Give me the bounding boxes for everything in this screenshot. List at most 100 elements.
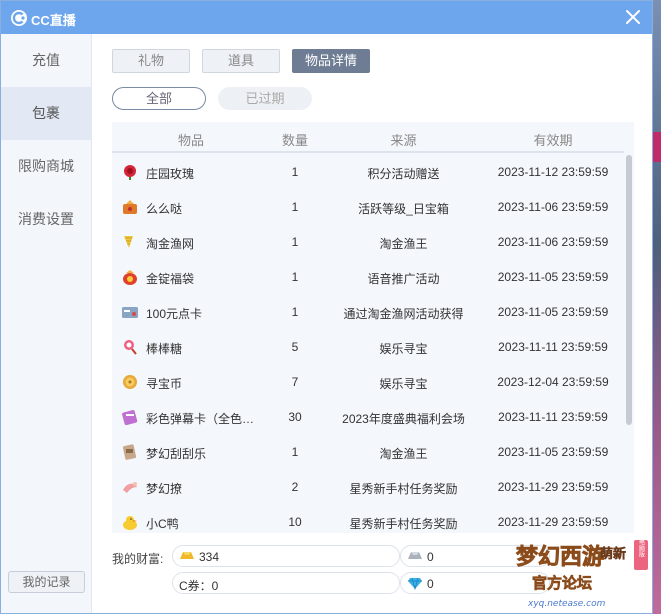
item-expiry: 2023-11-29 23:59:59 xyxy=(497,480,609,494)
item-name: 么么哒 xyxy=(146,202,183,216)
sidebar: 充值 包裹 限购商城 消费设置 我的记录 xyxy=(1,34,92,613)
rose-icon xyxy=(124,165,136,180)
item-expiry: 2023-11-11 23:59:59 xyxy=(498,340,608,354)
table-header: 物品 数量 来源 有效期 xyxy=(112,122,624,153)
gold-amount: 334 xyxy=(199,550,220,564)
header-expiry: 有效期 xyxy=(533,133,573,148)
cc-logo-icon xyxy=(11,10,27,26)
background-strip xyxy=(653,0,661,614)
item-source: 通过淘金渔网活动获得 xyxy=(343,307,464,321)
item-source: 娱乐寻宝 xyxy=(379,377,428,391)
item-source: 娱乐寻宝 xyxy=(379,342,428,356)
svg-text:xyq.netease.com: xyq.netease.com xyxy=(527,599,606,609)
item-expiry: 2023-11-06 23:59:59 xyxy=(497,235,609,249)
table-row[interactable]: 梦幻撩 2 星秀新手村任务奖励 2023-11-29 23:59:59 xyxy=(112,470,624,505)
c-coupon-amount: C券：0 xyxy=(179,579,219,593)
table-scrollbar[interactable] xyxy=(624,155,634,533)
header-source: 来源 xyxy=(390,133,417,148)
c-coupon-balance: C券：0 xyxy=(172,572,400,594)
sidebar-item-package[interactable]: 包裹 xyxy=(1,87,91,140)
item-quantity: 1 xyxy=(291,270,299,284)
background-accent xyxy=(653,132,661,162)
item-expiry: 2023-11-05 23:59:59 xyxy=(497,445,609,459)
silver-amount: 0 xyxy=(427,550,434,564)
item-name: 梦幻刮刮乐 xyxy=(146,447,207,461)
filter-all[interactable]: 全部 xyxy=(112,87,206,110)
sidebar-item-spending-settings[interactable]: 消费设置 xyxy=(1,193,91,246)
gold-ingot-icon xyxy=(180,552,194,559)
table-row[interactable]: 寻宝币 7 娱乐寻宝 2023-12-04 23:59:59 xyxy=(112,365,624,400)
kiss-icon xyxy=(123,200,137,214)
item-source: 活跃等级_日宝箱 xyxy=(358,202,449,216)
item-quantity: 1 xyxy=(291,445,299,459)
item-expiry: 2023-11-05 23:59:59 xyxy=(497,305,609,319)
tab-item-details[interactable]: 物品详情 xyxy=(292,49,370,73)
item-quantity: 30 xyxy=(288,410,302,424)
item-source: 淘金渔王 xyxy=(379,237,428,251)
table-row[interactable]: 棒棒糖 5 娱乐寻宝 2023-11-11 23:59:59 xyxy=(112,330,624,365)
item-quantity: 5 xyxy=(291,340,299,354)
close-icon[interactable] xyxy=(622,6,644,28)
table-row[interactable]: 庄园玫瑰 1 积分活动赠送 2023-11-12 23:59:59 xyxy=(112,155,624,190)
item-expiry: 2023-11-06 23:59:59 xyxy=(497,200,609,214)
item-name: 梦幻撩 xyxy=(146,482,183,496)
svg-text:电脑版: 电脑版 xyxy=(638,538,645,558)
duck-icon xyxy=(123,516,137,530)
table-row[interactable]: 么么哒 1 活跃等级_日宝箱 2023-11-06 23:59:59 xyxy=(112,190,624,225)
sidebar-item-limited-shop[interactable]: 限购商城 xyxy=(1,140,91,193)
tab-gifts[interactable]: 礼物 xyxy=(112,49,190,73)
item-quantity: 1 xyxy=(291,305,299,319)
item-source: 2023年度盛典福利会场 xyxy=(342,412,465,426)
table-row[interactable]: 彩色弹幕卡（全色… 30 2023年度盛典福利会场 2023-11-11 23:… xyxy=(112,400,624,435)
silver-ingot-icon xyxy=(408,552,422,559)
window-title: CC直播 xyxy=(31,13,76,28)
diamond-icon xyxy=(408,577,422,590)
fishing-net-icon xyxy=(124,236,133,248)
table-row[interactable]: 100元点卡 1 通过淘金渔网活动获得 2023-11-05 23:59:59 xyxy=(112,295,624,330)
tab-props[interactable]: 道具 xyxy=(202,49,280,73)
item-source: 星秀新手村任务奖励 xyxy=(349,517,458,531)
card-icon xyxy=(122,307,138,318)
forum-watermark-logo: 梦幻西游 萌新 电脑版 官方论坛 xyq.netease.com xyxy=(516,538,648,609)
item-expiry: 2023-11-11 23:59:59 xyxy=(498,410,608,424)
table-row[interactable]: 淘金渔网 1 淘金渔王 2023-11-06 23:59:59 xyxy=(112,225,624,260)
filter-expired[interactable]: 已过期 xyxy=(218,87,312,110)
item-name: 棒棒糖 xyxy=(146,342,183,356)
item-expiry: 2023-12-04 23:59:59 xyxy=(497,375,609,389)
table-row[interactable]: 梦幻刮刮乐 1 淘金渔王 2023-11-05 23:59:59 xyxy=(112,435,624,470)
item-source: 积分活动赠送 xyxy=(367,167,440,181)
item-quantity: 10 xyxy=(288,515,302,529)
item-name: 100元点卡 xyxy=(146,307,203,321)
sidebar-item-recharge[interactable]: 充值 xyxy=(1,34,91,87)
item-quantity: 1 xyxy=(291,200,299,214)
item-name: 彩色弹幕卡（全色… xyxy=(146,412,255,426)
item-name: 庄园玫瑰 xyxy=(146,167,195,181)
table-row[interactable]: 金锭福袋 1 语音推广活动 2023-11-05 23:59:59 xyxy=(112,260,624,295)
item-name: 淘金渔网 xyxy=(146,237,195,251)
title-bar: CC直播 xyxy=(1,1,652,34)
svg-text:萌新: 萌新 xyxy=(600,546,626,562)
item-source: 星秀新手村任务奖励 xyxy=(349,482,458,496)
gold-balance: 334 xyxy=(172,545,400,567)
scrollbar-thumb[interactable] xyxy=(626,155,632,425)
my-records-button[interactable]: 我的记录 xyxy=(8,571,85,593)
coin-icon xyxy=(123,375,137,389)
item-expiry: 2023-11-12 23:59:59 xyxy=(497,165,609,179)
item-source: 淘金渔王 xyxy=(379,447,428,461)
table-body: 庄园玫瑰 1 积分活动赠送 2023-11-12 23:59:59 么么哒 1 … xyxy=(112,155,624,533)
item-quantity: 1 xyxy=(291,235,299,249)
diamond-amount: 0 xyxy=(427,577,434,591)
header-quantity: 数量 xyxy=(281,133,308,148)
lucky-bag-icon xyxy=(123,270,137,285)
item-name: 小C鸭 xyxy=(146,517,179,531)
item-quantity: 1 xyxy=(291,165,299,179)
svg-text:梦幻西游: 梦幻西游 xyxy=(516,544,604,570)
scratch-card-icon xyxy=(122,444,137,460)
item-name: 金锭福袋 xyxy=(146,272,195,286)
wallet-dialog: CC直播 充值 包裹 限购商城 消费设置 我的记录 礼物 道具 物品详情 全部 … xyxy=(0,0,653,614)
item-quantity: 2 xyxy=(291,480,299,494)
header-item: 物品 xyxy=(177,133,204,148)
lollipop-icon xyxy=(124,340,137,355)
danmaku-card-icon xyxy=(122,410,138,426)
wealth-label: 我的财富: xyxy=(112,552,164,566)
